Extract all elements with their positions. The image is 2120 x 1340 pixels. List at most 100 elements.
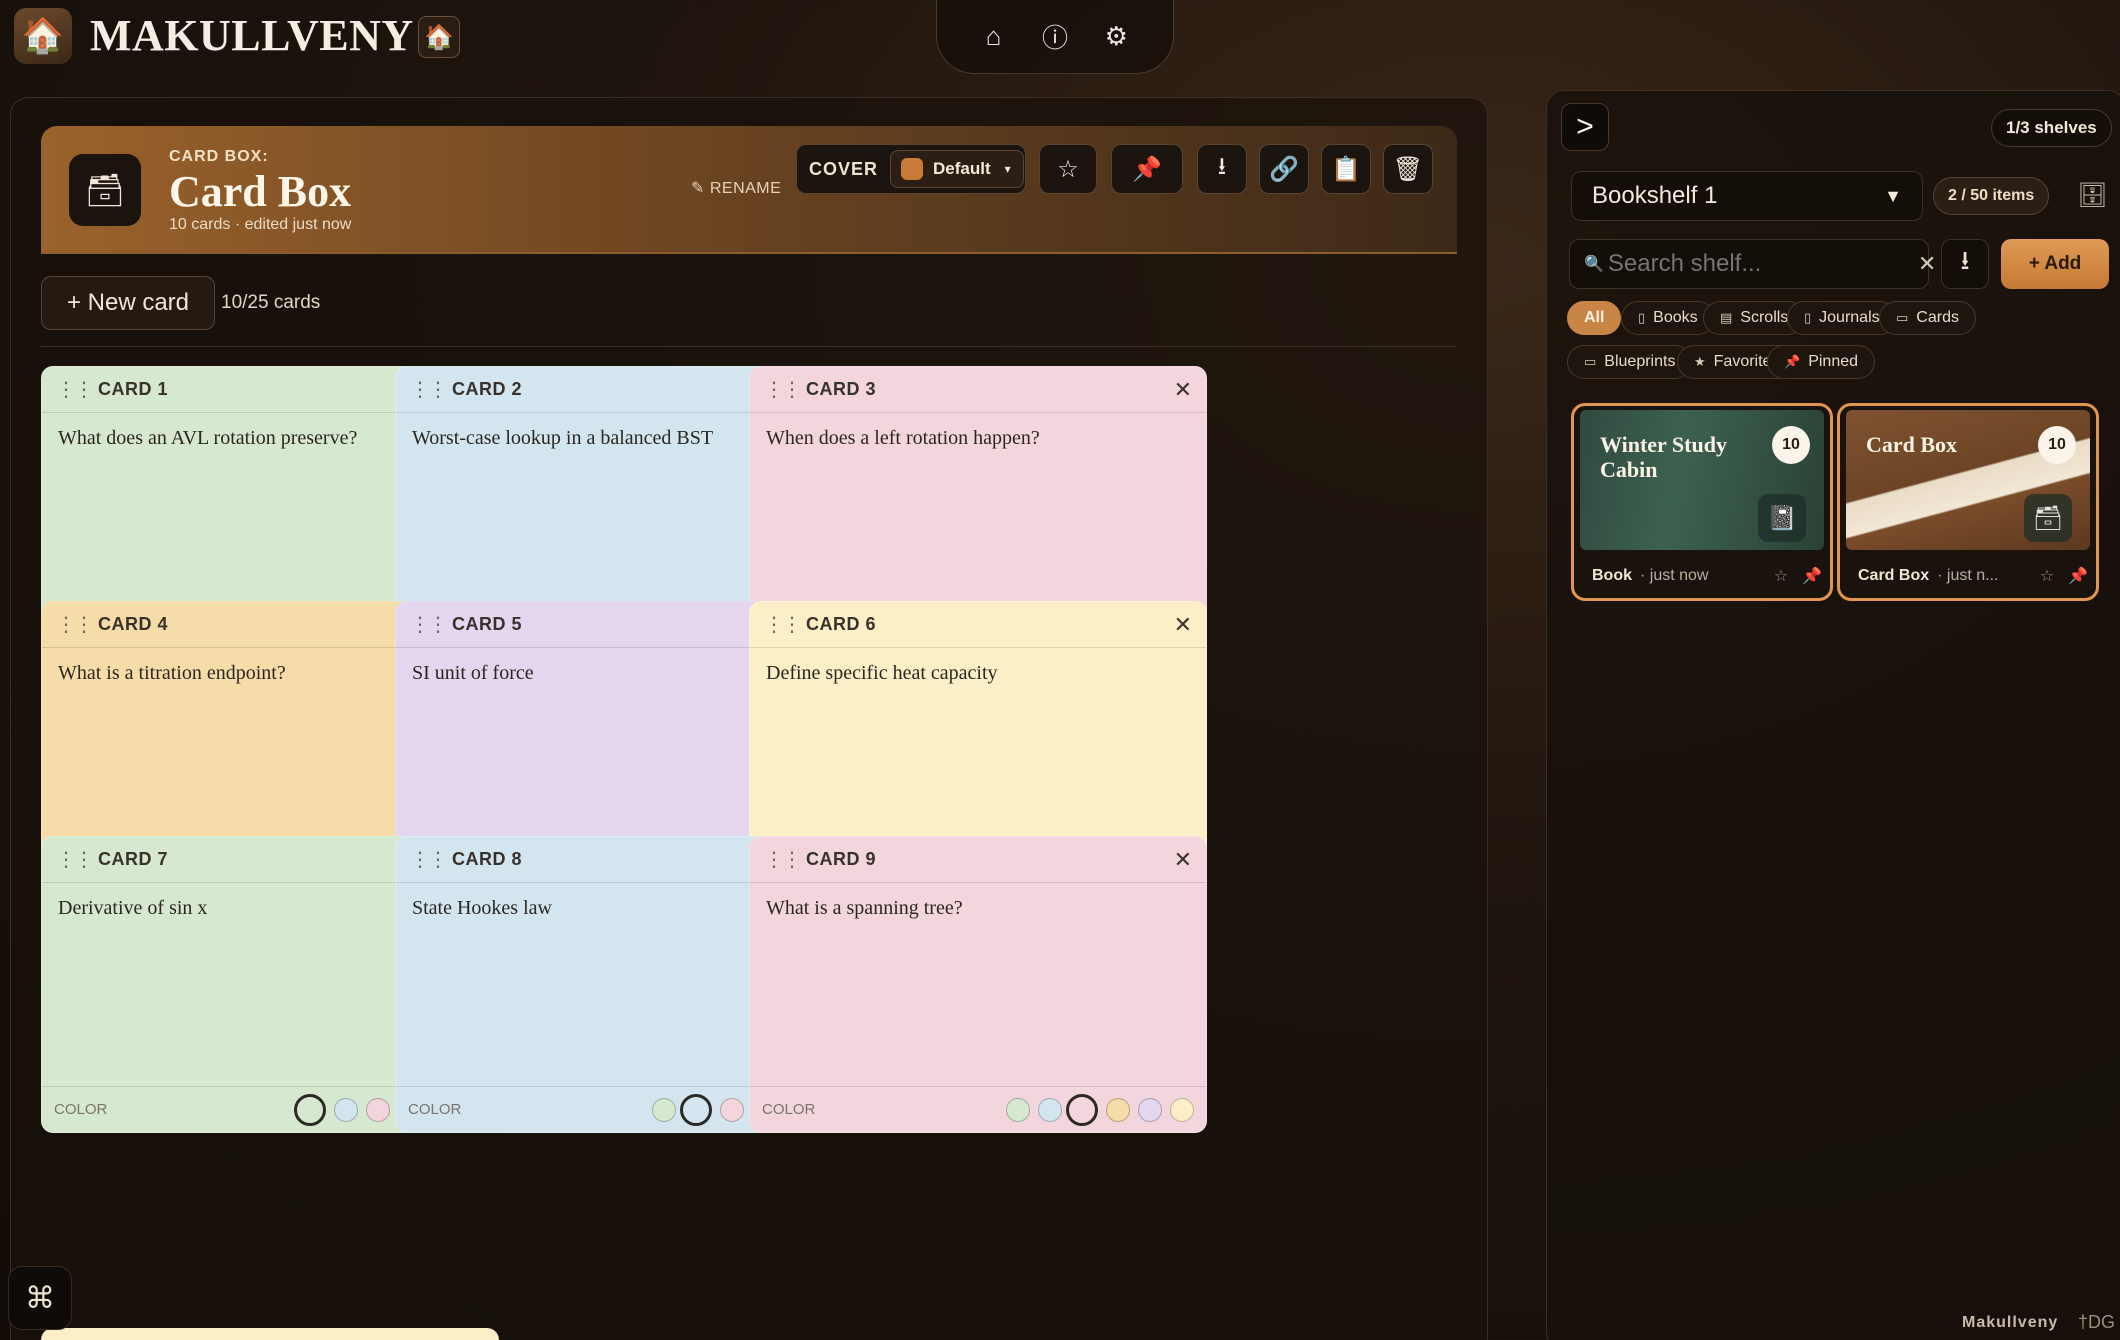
shelf-item-cover: Winter Study Cabin 10 📓 bbox=[1580, 410, 1824, 550]
color-swatch-blue[interactable] bbox=[334, 1097, 358, 1122]
shelf-item[interactable]: Card Box 10 🗃 Card Box · just n... ☆ 📌 bbox=[1837, 403, 2099, 601]
home-icon[interactable]: ⌂ bbox=[972, 15, 1016, 59]
collapse-panel-button[interactable]: > bbox=[1561, 103, 1609, 151]
caret-down-icon: ▼ bbox=[1884, 185, 1902, 206]
filter-chip-pinned[interactable]: 📌 Pinned bbox=[1767, 345, 1876, 379]
filter-icon: ▯ bbox=[1804, 310, 1812, 325]
cover-swatch bbox=[901, 158, 924, 180]
color-swatch-blue[interactable] bbox=[1038, 1097, 1062, 1122]
card-title: CARD 9 bbox=[806, 849, 877, 869]
pin-button[interactable]: 📌 bbox=[1111, 144, 1183, 194]
new-card-button[interactable]: + New card bbox=[41, 276, 215, 330]
close-icon[interactable]: ✕ bbox=[1174, 377, 1192, 403]
drag-handle-icon[interactable]: ⋮⋮ bbox=[56, 847, 94, 872]
shelf-item-footer: Card Box · just n... ☆ 📌 bbox=[1858, 566, 2088, 586]
filter-label: Books bbox=[1653, 309, 1698, 326]
filter-chip-cards[interactable]: ▭ Cards bbox=[1879, 301, 1976, 335]
cover-group: COVER Default ▾ bbox=[796, 144, 1026, 194]
drag-handle-icon[interactable]: ⋮⋮ bbox=[410, 612, 448, 637]
shelf-item[interactable]: Winter Study Cabin 10 📓 Book · just now ☆ 📌 bbox=[1571, 403, 1833, 601]
star-icon[interactable]: ☆ bbox=[1774, 566, 1788, 586]
filter-chip-all[interactable]: All bbox=[1567, 301, 1622, 335]
drag-handle-icon[interactable]: ⋮⋮ bbox=[764, 377, 802, 402]
drag-handle-icon[interactable]: ⋮⋮ bbox=[764, 612, 802, 637]
color-swatch-yellow[interactable] bbox=[1170, 1097, 1194, 1122]
delete-button[interactable]: 🗑 bbox=[1383, 144, 1433, 194]
download-button[interactable]: ⭳ bbox=[1197, 144, 1247, 194]
favorite-button[interactable]: ☆ bbox=[1039, 144, 1097, 194]
card-text[interactable]: When does a left rotation happen? bbox=[750, 413, 1206, 618]
trash-icon: 🗑 bbox=[1392, 155, 1424, 183]
cover-select[interactable]: Default ▾ bbox=[890, 150, 1024, 188]
card-peek bbox=[41, 1328, 499, 1340]
main-nav: ⌂ ⓘ ⚙ bbox=[936, 0, 1174, 74]
add-button[interactable]: + Add bbox=[2001, 239, 2109, 289]
color-label: COLOR bbox=[762, 1101, 816, 1118]
card-title: CARD 6 bbox=[806, 614, 877, 634]
color-label: COLOR bbox=[408, 1101, 462, 1118]
drag-handle-icon[interactable]: ⋮⋮ bbox=[410, 847, 448, 872]
rename-button[interactable]: ✎ RENAME bbox=[691, 178, 781, 198]
color-swatch-green[interactable] bbox=[652, 1097, 676, 1122]
shelf-item-time: · just now bbox=[1640, 567, 1709, 584]
info-icon[interactable]: ⓘ bbox=[1033, 15, 1077, 59]
box-title: Card Box bbox=[169, 167, 352, 216]
flash-card[interactable]: ⋮⋮ CARD 9 ✕ What is a spanning tree? COLOR bbox=[749, 836, 1207, 1133]
color-swatch-pink[interactable] bbox=[366, 1097, 390, 1122]
shelf-item-count: 10 bbox=[1772, 426, 1810, 464]
footer-brand: Makullveny bbox=[1962, 1314, 2059, 1331]
star-icon[interactable]: ☆ bbox=[2040, 566, 2054, 586]
sort-button[interactable]: ⭳ bbox=[1941, 239, 1989, 289]
card-box-panel: 🗃 CARD BOX: Card Box 10 cards · edited j… bbox=[10, 97, 1488, 1340]
color-swatch-pink[interactable] bbox=[720, 1097, 744, 1122]
filter-label: Cards bbox=[1916, 309, 1959, 326]
close-icon[interactable]: ✕ bbox=[1174, 612, 1192, 638]
filter-label: Scrolls bbox=[1740, 309, 1789, 326]
command-icon[interactable]: ⌘ bbox=[8, 1266, 72, 1330]
color-swatch-green[interactable] bbox=[294, 1093, 326, 1126]
card-header: ⋮⋮ CARD 9 ✕ bbox=[750, 837, 1206, 883]
shelf-select[interactable]: Bookshelf 1 ▼ bbox=[1571, 171, 1923, 221]
color-swatch-green[interactable] bbox=[1006, 1097, 1030, 1122]
link-button[interactable]: 🔗 bbox=[1259, 144, 1309, 194]
filter-label: Blueprints bbox=[1604, 353, 1676, 370]
filter-label: Pinned bbox=[1808, 353, 1859, 370]
card-box-icon: 🗃 bbox=[2024, 494, 2072, 542]
settings-icon[interactable]: ⚙ bbox=[1094, 15, 1138, 59]
star-icon: ☆ bbox=[1057, 155, 1079, 183]
search-box: 🔍 ✕ bbox=[1569, 239, 1936, 289]
search-icon: 🔍 bbox=[1584, 256, 1604, 273]
cabin-logo-icon[interactable]: 🏠 bbox=[14, 8, 72, 64]
filter-chip-books[interactable]: ▯ Books bbox=[1621, 301, 1715, 335]
color-swatch-pink[interactable] bbox=[1066, 1093, 1098, 1126]
drag-handle-icon[interactable]: ⋮⋮ bbox=[764, 847, 802, 872]
shelf-item-title: Card Box bbox=[1866, 432, 1958, 457]
card-text[interactable]: What is a spanning tree? bbox=[750, 883, 1206, 1088]
shelf-item-type: Book bbox=[1592, 567, 1632, 584]
clipboard-button[interactable]: 📋 bbox=[1321, 144, 1371, 194]
drag-handle-icon[interactable]: ⋮⋮ bbox=[56, 377, 94, 402]
clear-search-icon[interactable]: ✕ bbox=[1918, 251, 1936, 277]
pin-icon[interactable]: 📌 bbox=[2068, 566, 2088, 586]
filter-chip-blueprints[interactable]: ▭ Blueprints bbox=[1567, 345, 1693, 379]
footer-mark: †DG bbox=[2078, 1312, 2116, 1332]
filter-label: Journals bbox=[1819, 309, 1880, 326]
app-title: MAKULLVENY bbox=[90, 11, 414, 60]
drag-handle-icon[interactable]: ⋮⋮ bbox=[410, 377, 448, 402]
home-badge-icon[interactable]: 🏠 bbox=[418, 16, 460, 58]
filter-icon: ★ bbox=[1694, 354, 1706, 369]
pin-icon[interactable]: 📌 bbox=[1802, 566, 1822, 586]
drag-handle-icon[interactable]: ⋮⋮ bbox=[56, 612, 94, 637]
shelf-item-footer: Book · just now ☆ 📌 bbox=[1592, 566, 1822, 586]
items-count: 2 / 50 items bbox=[1933, 177, 2050, 215]
card-text[interactable]: Define specific heat capacity bbox=[750, 648, 1206, 853]
shelves-count: 1/3 shelves bbox=[1991, 109, 2112, 147]
close-icon[interactable]: ✕ bbox=[1174, 847, 1192, 873]
search-input[interactable] bbox=[1607, 250, 1918, 278]
color-swatch-orange[interactable] bbox=[1106, 1097, 1130, 1122]
color-swatch-blue[interactable] bbox=[680, 1093, 712, 1126]
card-count: 10/25 cards bbox=[221, 292, 321, 313]
color-swatch-purple[interactable] bbox=[1138, 1097, 1162, 1122]
shelf-item-type: Card Box bbox=[1858, 567, 1930, 584]
lock-icon[interactable]: 🗄 bbox=[2077, 181, 2107, 210]
